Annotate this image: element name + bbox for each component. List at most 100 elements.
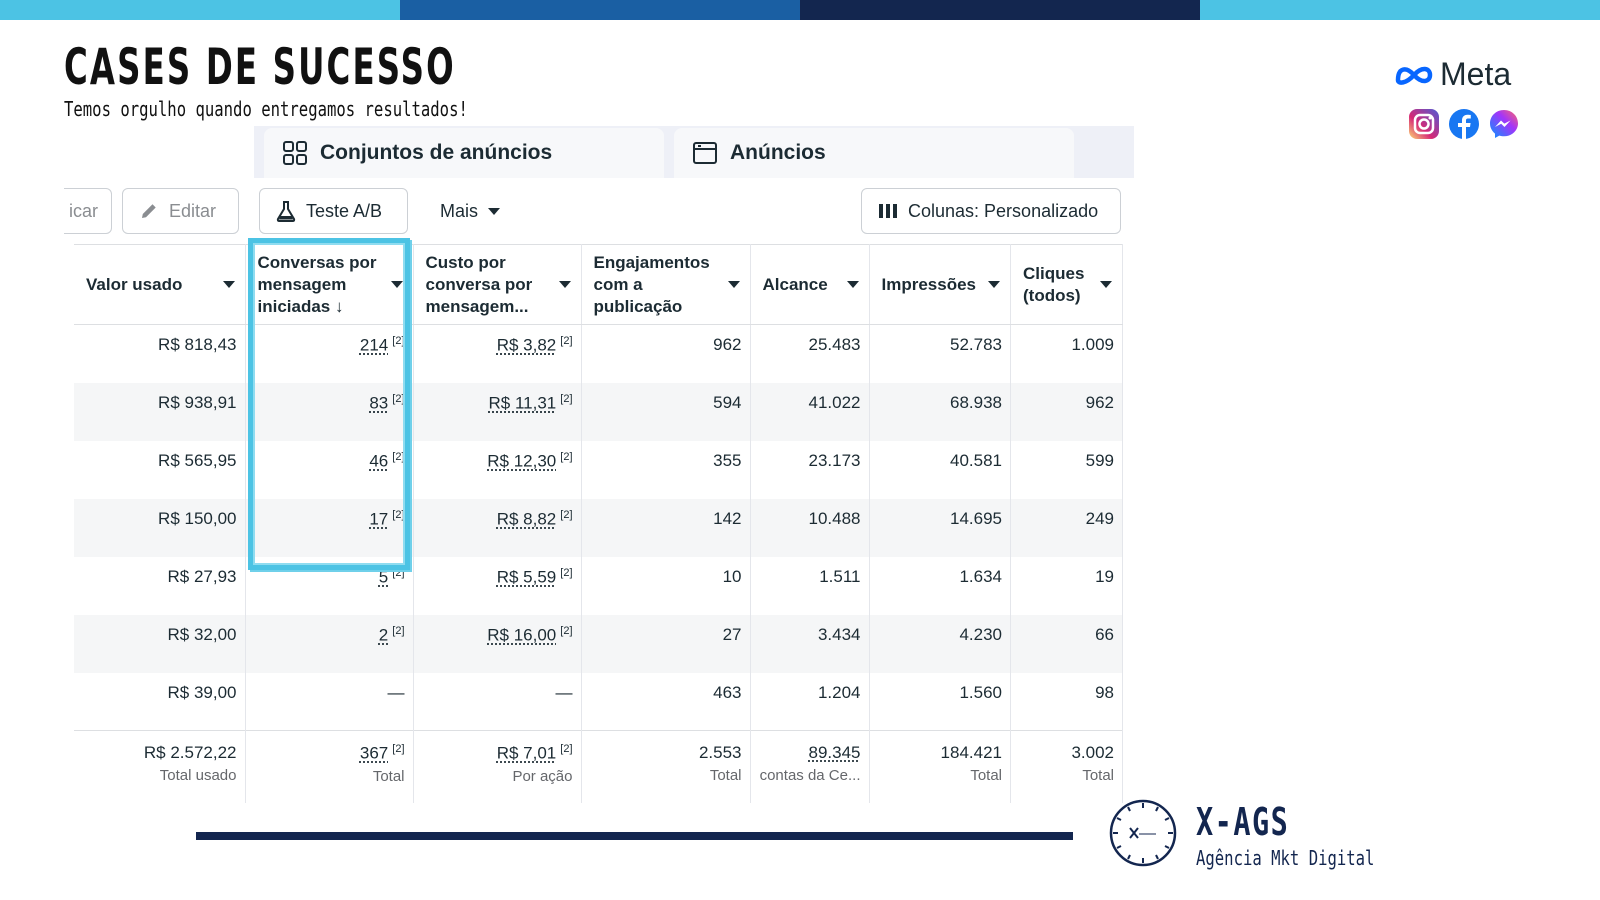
column-header-impressions[interactable]: Impressões <box>869 244 1011 325</box>
table-cell: R$ 818,43 <box>74 324 246 383</box>
facebook-icon <box>1448 108 1480 140</box>
caret-down-icon <box>988 281 1000 288</box>
top-bar-segment <box>0 0 400 20</box>
table-row: R$ 27,93 5 [2] R$ 5,59 [2] 10 1.511 1.634 19 <box>74 556 1123 615</box>
table-cell: 10.488 <box>750 498 870 557</box>
total-value: 3.002 <box>1071 743 1114 762</box>
brand-tagline: Agência Mkt Digital <box>1196 846 1375 870</box>
cell-value[interactable]: R$ 8,82 <box>497 509 557 528</box>
cell-value[interactable]: R$ 3,82 <box>497 336 557 355</box>
cell-value[interactable]: 83 <box>369 393 388 412</box>
cell-value[interactable]: 17 <box>369 509 388 528</box>
cell-value: 142 <box>713 508 742 528</box>
duplicate-button[interactable]: icar <box>64 188 112 234</box>
footnote-mark: [2] <box>560 392 573 405</box>
tab-ads-label: Anúncios <box>730 141 826 164</box>
table-cell: R$ 938,91 <box>74 382 246 441</box>
total-cell: 2.553 Total <box>581 730 751 803</box>
cell-value: 4.230 <box>959 624 1002 644</box>
table-cell: 249 <box>1010 498 1123 557</box>
caret-down-icon <box>222 281 235 288</box>
table-cell: — <box>245 672 414 731</box>
top-color-bar <box>0 0 1600 20</box>
table-cell: R$ 12,30 [2] <box>413 440 582 499</box>
table-cell: 23.173 <box>750 440 870 499</box>
page-title: CASES DE SUCESSO <box>64 38 456 96</box>
social-icons <box>1408 108 1520 140</box>
edit-button[interactable]: Editar <box>122 188 239 234</box>
footnote-mark: [2] <box>392 392 405 405</box>
table-cell: 10 <box>581 556 751 615</box>
total-value: 89.345 <box>808 743 861 762</box>
cell-value: 27 <box>722 624 742 644</box>
ab-test-button[interactable]: Teste A/B <box>259 188 408 234</box>
column-header-engagement[interactable]: Engajamentos com a publicação <box>581 244 751 325</box>
column-header-reach[interactable]: Alcance <box>750 244 870 325</box>
table-cell: R$ 5,59 [2] <box>413 556 582 615</box>
more-dropdown-label: Mais <box>440 200 479 221</box>
cell-value[interactable]: 46 <box>369 451 388 470</box>
cell-value: 66 <box>1095 624 1114 644</box>
table-cell: 98 <box>1010 672 1123 731</box>
table-cell: R$ 27,93 <box>74 556 246 615</box>
tab-ad-sets[interactable]: Conjuntos de anúncios <box>264 128 664 178</box>
caret-down-icon <box>488 207 501 215</box>
footnote-mark: [2] <box>392 450 405 463</box>
table-cell: 68.938 <box>869 382 1011 441</box>
cell-value: 52.783 <box>950 335 1002 354</box>
clock-logo-icon <box>1109 799 1177 867</box>
total-value: 2.553 <box>698 743 742 762</box>
columns-button[interactable]: Colunas: Personalizado <box>861 188 1121 234</box>
table-cell: 41.022 <box>750 382 870 441</box>
table-cell: 4.230 <box>869 614 1011 673</box>
total-cell: 184.421 Total <box>869 730 1011 803</box>
more-dropdown[interactable]: Mais <box>424 188 524 234</box>
column-header-conversations[interactable]: Conversas por mensagem iniciadas ↓ <box>245 244 414 325</box>
table-cell: 14.695 <box>869 498 1011 557</box>
total-value: 184.421 <box>940 743 1002 762</box>
tab-ad-sets-label: Conjuntos de anúncios <box>320 141 553 164</box>
cell-value: 3.434 <box>817 624 861 644</box>
meta-logo: Meta <box>1394 56 1511 93</box>
cell-value[interactable]: R$ 11,31 <box>489 393 557 412</box>
footnote-mark: [2] <box>392 743 405 755</box>
cell-value[interactable]: R$ 5,59 <box>497 567 557 586</box>
footnote-mark: [2] <box>392 624 405 637</box>
table-cell: 142 <box>581 498 751 557</box>
caret-down-icon <box>1100 281 1112 288</box>
totals-row: R$ 2.572,22 Total usado 367 [2] Total R$ 7,… <box>74 730 1123 803</box>
meta-infinity-icon <box>1395 66 1433 85</box>
caret-down-icon <box>558 281 571 288</box>
cell-value[interactable]: R$ 12,30 <box>487 451 556 470</box>
bottom-divider <box>196 832 1073 840</box>
cell-value[interactable]: 2 <box>379 625 388 644</box>
column-header-label: Alcance <box>762 274 828 294</box>
column-header-clicks[interactable]: Cliques (todos) <box>1010 244 1123 325</box>
cell-value: 594 <box>713 392 742 412</box>
footnote-mark: [2] <box>560 743 573 755</box>
total-caption: Total <box>709 767 742 784</box>
top-bar-segment <box>1200 0 1600 20</box>
column-header-spend[interactable]: Valor usado <box>74 244 246 325</box>
cell-value: 68.938 <box>950 392 1002 412</box>
table-cell: 25.483 <box>750 324 870 383</box>
cell-value[interactable]: 5 <box>379 567 388 586</box>
table-cell: 19 <box>1010 556 1123 615</box>
table-cell: 1.511 <box>750 556 870 615</box>
flask-icon <box>276 201 296 222</box>
table-cell: R$ 32,00 <box>74 614 246 673</box>
column-header-cost-per-conversation[interactable]: Custo por conversa por mensagem... <box>413 244 582 325</box>
cell-value[interactable]: 214 <box>360 336 388 355</box>
caret-down-icon <box>390 281 403 288</box>
footnote-mark: [2] <box>560 335 573 347</box>
tab-ads[interactable]: Anúncios <box>674 128 1074 178</box>
ads-manager-screenshot: Conjuntos de anúncios Anúncios icar Edit… <box>64 126 1134 816</box>
total-cell: 89.345 contas da Ce... <box>750 730 870 803</box>
top-bar-segment <box>800 0 1200 20</box>
cell-value[interactable]: R$ 16,00 <box>487 625 556 644</box>
table-cell: 17 [2] <box>245 498 414 557</box>
cell-value: R$ 27,93 <box>167 566 237 586</box>
cell-value: R$ 818,43 <box>158 335 237 354</box>
total-cell: 367 [2] Total <box>245 730 414 803</box>
table-cell: R$ 150,00 <box>74 498 246 557</box>
